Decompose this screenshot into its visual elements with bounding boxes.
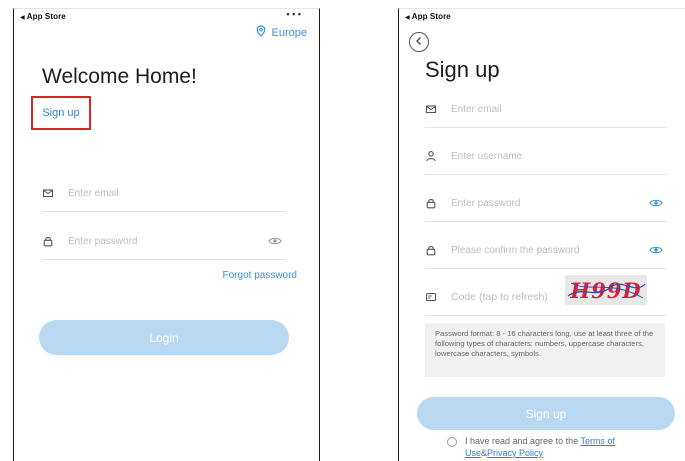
lock-icon xyxy=(42,235,54,247)
status-indicators: ▪ ▪ ▪ xyxy=(286,9,301,19)
email-input[interactable] xyxy=(68,187,286,199)
status-bar: ◀ App Store xyxy=(20,12,66,21)
mail-icon xyxy=(42,187,54,199)
sign-up-link[interactable]: Sign up xyxy=(31,96,91,130)
agree-checkbox[interactable] xyxy=(447,437,457,447)
agreement: I have read and agree to the Terms of Us… xyxy=(447,435,667,459)
status-app-store[interactable]: App Store xyxy=(27,12,66,21)
welcome-title: Welcome Home! xyxy=(42,65,197,88)
location-pin-icon xyxy=(255,25,267,40)
email-input[interactable] xyxy=(451,103,667,115)
sign-up-button[interactable]: Sign up xyxy=(417,397,675,430)
agreement-text: I have read and agree to the Terms of Us… xyxy=(465,435,667,459)
region-selector[interactable]: Europe xyxy=(255,25,307,40)
password-input[interactable] xyxy=(451,197,667,209)
email-field[interactable] xyxy=(42,175,286,212)
username-input[interactable] xyxy=(451,150,667,162)
region-label: Europe xyxy=(271,26,307,39)
login-screen: ◀ App Store ▪ ▪ ▪ Europe Welcome Home! Si… xyxy=(13,8,320,461)
eye-icon[interactable] xyxy=(649,198,663,208)
captcha-icon xyxy=(425,291,437,303)
lock-icon xyxy=(425,244,437,256)
password-hint: Password format: 8 - 16 characters long,… xyxy=(425,323,665,377)
password-input[interactable] xyxy=(68,235,286,247)
agree-label: I have read and agree to the xyxy=(465,436,579,446)
signup-screen: ◀ App Store Sign up Enter email Enter us… xyxy=(398,8,685,461)
sign-up-link-label: Sign up xyxy=(42,107,80,119)
status-app-store[interactable]: App Store xyxy=(412,12,451,21)
verification-code-field[interactable]: H99D xyxy=(425,275,667,316)
mail-icon xyxy=(425,103,437,115)
confirm-password-input[interactable] xyxy=(451,244,667,256)
back-to-app-icon: ◀ xyxy=(405,15,410,21)
privacy-policy-link[interactable]: Privacy Policy xyxy=(487,448,543,458)
password-field[interactable] xyxy=(425,185,667,222)
page-title: Sign up xyxy=(425,57,500,82)
username-field[interactable] xyxy=(425,138,667,175)
forgot-password-link[interactable]: Forgot password xyxy=(223,270,297,281)
captcha-image[interactable]: H99D xyxy=(565,275,647,305)
eye-icon[interactable] xyxy=(649,245,663,255)
confirm-password-field[interactable] xyxy=(425,232,667,269)
eye-icon[interactable] xyxy=(268,236,282,246)
back-button[interactable] xyxy=(409,32,429,52)
back-to-app-icon: ◀ xyxy=(20,15,25,21)
captcha-noise xyxy=(567,282,646,299)
lock-icon xyxy=(425,197,437,209)
back-chevron-icon xyxy=(414,33,424,51)
status-bar: ◀ App Store xyxy=(405,12,451,21)
login-button[interactable]: Login xyxy=(39,320,289,355)
password-field[interactable] xyxy=(42,223,286,260)
user-icon xyxy=(425,150,437,162)
email-field[interactable] xyxy=(425,91,667,128)
